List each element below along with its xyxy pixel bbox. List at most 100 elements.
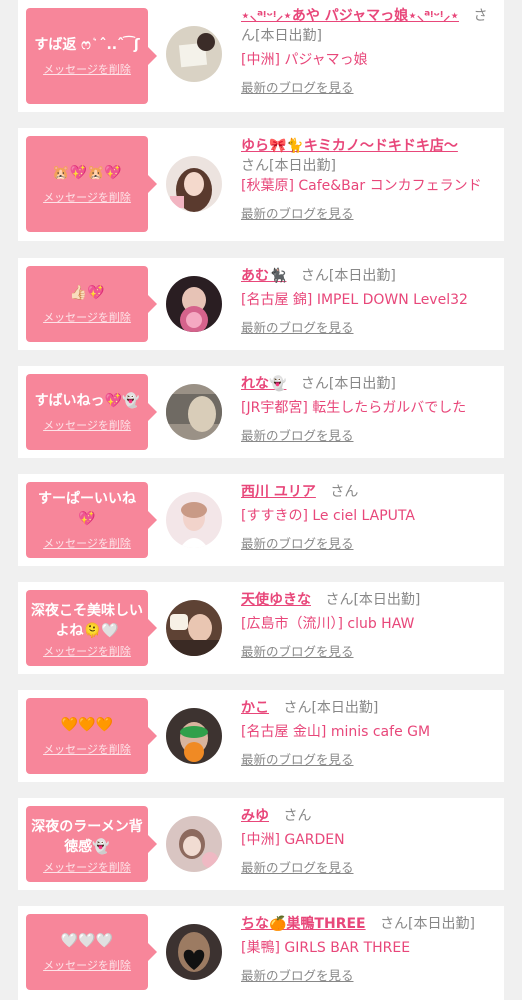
profile-info: かこ さん[本日出勤] [名古屋 金山] minis cafe GM 最新のブロ… <box>241 698 498 768</box>
name-suffix: さん[本日出勤] <box>283 700 379 716</box>
avatar-image <box>166 276 222 332</box>
shop-label: [中洲] パジャマっ娘 <box>241 52 368 68</box>
profile-info: 西川 ユリア さん [すすきの] Le ciel LAPUTA 最新のブログを見… <box>241 482 498 552</box>
message-text: 🤍🤍🤍 <box>60 933 114 949</box>
profile-info: ⋆⸜ᵃᵎᵕᵎ⸝⋆あや パジャマっ娘⋆⸜ᵃᵎᵕᵎ⸝⋆ さん[本日出勤] [中洲] … <box>241 6 498 96</box>
delete-message-link[interactable]: メッセージを削除 <box>43 741 131 757</box>
name-line: あむ🐈‍⬛ さん[本日出勤] <box>241 266 498 286</box>
latest-blog-link[interactable]: 最新のブログを見る <box>241 857 354 876</box>
delete-message-link[interactable]: メッセージを削除 <box>43 643 131 659</box>
message-bubble: すーぱーいいね💖 メッセージを削除 <box>26 482 157 558</box>
cast-name-link[interactable]: かこ <box>241 700 269 716</box>
name-line: ちな🍊巣鴨THREE さん[本日出勤] <box>241 914 498 934</box>
profile-info: 天使ゆきな さん[本日出勤] [広島市（流川）] club HAW 最新のブログ… <box>241 590 498 660</box>
cast-name-link[interactable]: みゆ <box>241 808 269 824</box>
cast-name-link[interactable]: 西川 ユリア <box>241 484 316 500</box>
latest-blog-link[interactable]: 最新のブログを見る <box>241 317 354 336</box>
list-item: 👍🏻💖 メッセージを削除 あむ🐈‍⬛ さん[本日出勤] [名古屋 錦] IMPE… <box>18 258 504 350</box>
cast-name-link[interactable]: 天使ゆきな <box>241 592 311 608</box>
delete-message-link[interactable]: メッセージを削除 <box>43 859 131 875</box>
message-text: すば返 ෆ ͛ ˆ..ˆ ͡ ʃ <box>34 37 140 53</box>
delete-message-link[interactable]: メッセージを削除 <box>43 535 131 551</box>
list-item: 深夜こそ美味しいよね🫠🤍 メッセージを削除 天使ゆきな さん[本日出勤] [広島… <box>18 582 504 674</box>
list-item: すば返 ෆ ͛ ˆ..ˆ ͡ ʃ メッセージを削除 ⋆⸜ᵃᵎᵕᵎ⸝⋆あや パジャ… <box>18 0 504 112</box>
message-text: すーぱーいいね💖 <box>38 491 136 527</box>
avatar-image <box>166 708 222 764</box>
avatar[interactable] <box>166 492 222 548</box>
name-suffix: さん[本日出勤] <box>241 158 336 174</box>
message-bubble: 深夜のラーメン背徳感👻 メッセージを削除 <box>26 806 157 882</box>
avatar[interactable] <box>166 384 222 440</box>
list-item: 深夜のラーメン背徳感👻 メッセージを削除 みゆ さん [中洲] GARDEN 最… <box>18 798 504 890</box>
message-text: すばいねっ💖👻 <box>34 393 140 409</box>
avatar[interactable] <box>166 276 222 332</box>
message-bubble: すばいねっ💖👻 メッセージを削除 <box>26 374 157 450</box>
avatar[interactable] <box>166 816 222 872</box>
latest-blog-link[interactable]: 最新のブログを見る <box>241 77 354 96</box>
avatar[interactable] <box>166 708 222 764</box>
latest-blog-link[interactable]: 最新のブログを見る <box>241 641 354 660</box>
message-bubble: すば返 ෆ ͛ ˆ..ˆ ͡ ʃ メッセージを削除 <box>26 8 157 104</box>
name-suffix: さん[本日出勤] <box>325 592 421 608</box>
profile-info: ちな🍊巣鴨THREE さん[本日出勤] [巣鴨] GIRLS BAR THREE… <box>241 914 498 984</box>
avatar-image <box>166 924 222 980</box>
delete-message-link[interactable]: メッセージを削除 <box>43 309 131 325</box>
delete-message-link[interactable]: メッセージを削除 <box>43 417 131 433</box>
avatar-image <box>166 816 222 872</box>
shop-label: [名古屋 金山] minis cafe GM <box>241 724 431 740</box>
name-suffix: さん <box>330 484 359 500</box>
message-bubble: 🤍🤍🤍 メッセージを削除 <box>26 914 157 990</box>
list-item: 🐹💖🐹💖 メッセージを削除 ゆら🎀🐈キミカノ〜ドキドキ店〜 さん[本日出勤] [… <box>18 128 504 241</box>
list-item: すばいねっ💖👻 メッセージを削除 れな👻 さん[本日出勤] [JR宇都宮] 転生… <box>18 366 504 458</box>
message-text: 深夜のラーメン背徳感👻 <box>31 819 143 855</box>
message-text: 🧡🧡🧡 <box>60 717 114 733</box>
avatar[interactable] <box>166 600 222 656</box>
cast-name-link[interactable]: ⋆⸜ᵃᵎᵕᵎ⸝⋆あや パジャマっ娘⋆⸜ᵃᵎᵕᵎ⸝⋆ <box>241 8 459 24</box>
cast-name-link[interactable]: あむ🐈‍⬛ <box>241 268 286 284</box>
name-line: みゆ さん <box>241 806 498 826</box>
avatar[interactable] <box>166 26 222 82</box>
name-suffix: さん[本日出勤] <box>300 268 396 284</box>
delete-message-link[interactable]: メッセージを削除 <box>43 61 131 77</box>
avatar-image <box>166 600 222 656</box>
profile-info: ゆら🎀🐈キミカノ〜ドキドキ店〜 さん[本日出勤] [秋葉原] Cafe&Bar … <box>241 136 498 222</box>
cast-name-link[interactable]: ちな🍊巣鴨THREE <box>241 916 366 932</box>
shop-label: [すすきの] Le ciel LAPUTA <box>241 508 415 524</box>
latest-blog-link[interactable]: 最新のブログを見る <box>241 749 354 768</box>
avatar[interactable] <box>166 156 222 212</box>
shop-label: [広島市（流川）] club HAW <box>241 616 415 632</box>
latest-blog-link[interactable]: 最新のブログを見る <box>241 203 354 222</box>
shop-label: [JR宇都宮] 転生したらガルバでした <box>241 400 467 416</box>
delete-message-link[interactable]: メッセージを削除 <box>43 189 131 205</box>
latest-blog-link[interactable]: 最新のブログを見る <box>241 533 354 552</box>
avatar-image <box>166 384 222 440</box>
list-item: 🧡🧡🧡 メッセージを削除 かこ さん[本日出勤] [名古屋 金山] minis … <box>18 690 504 782</box>
avatar-image <box>166 156 222 212</box>
shop-label: [秋葉原] Cafe&Bar コンカフェランド <box>241 178 482 194</box>
list-item: 🤍🤍🤍 メッセージを削除 ちな🍊巣鴨THREE さん[本日出勤] [巣鴨] GI… <box>18 906 504 1000</box>
name-line: ゆら🎀🐈キミカノ〜ドキドキ店〜 さん[本日出勤] <box>241 136 498 176</box>
profile-info: みゆ さん [中洲] GARDEN 最新のブログを見る <box>241 806 498 876</box>
delete-message-link[interactable]: メッセージを削除 <box>43 957 131 973</box>
name-line: 天使ゆきな さん[本日出勤] <box>241 590 498 610</box>
message-text: 👍🏻💖 <box>69 285 105 301</box>
name-line: ⋆⸜ᵃᵎᵕᵎ⸝⋆あや パジャマっ娘⋆⸜ᵃᵎᵕᵎ⸝⋆ さん[本日出勤] <box>241 6 498 46</box>
cast-name-link[interactable]: ゆら🎀🐈キミカノ〜ドキドキ店〜 <box>241 138 458 154</box>
message-bubble: 🐹💖🐹💖 メッセージを削除 <box>26 136 157 232</box>
latest-blog-link[interactable]: 最新のブログを見る <box>241 425 354 444</box>
profile-info: れな👻 さん[本日出勤] [JR宇都宮] 転生したらガルバでした 最新のブログを… <box>241 374 498 444</box>
avatar[interactable] <box>166 924 222 980</box>
shop-label: [巣鴨] GIRLS BAR THREE <box>241 940 411 956</box>
name-suffix: さん[本日出勤] <box>380 916 475 932</box>
message-bubble: 🧡🧡🧡 メッセージを削除 <box>26 698 157 774</box>
name-line: かこ さん[本日出勤] <box>241 698 498 718</box>
name-line: れな👻 さん[本日出勤] <box>241 374 498 394</box>
name-suffix: さん[本日出勤] <box>300 376 396 392</box>
message-text: 🐹💖🐹💖 <box>52 165 122 181</box>
list-item: すーぱーいいね💖 メッセージを削除 西川 ユリア さん [すすきの] Le ci… <box>18 474 504 566</box>
name-line: 西川 ユリア さん <box>241 482 498 502</box>
message-bubble: 深夜こそ美味しいよね🫠🤍 メッセージを削除 <box>26 590 157 666</box>
latest-blog-link[interactable]: 最新のブログを見る <box>241 965 354 984</box>
shop-label: [中洲] GARDEN <box>241 832 345 848</box>
cast-name-link[interactable]: れな👻 <box>241 376 286 392</box>
